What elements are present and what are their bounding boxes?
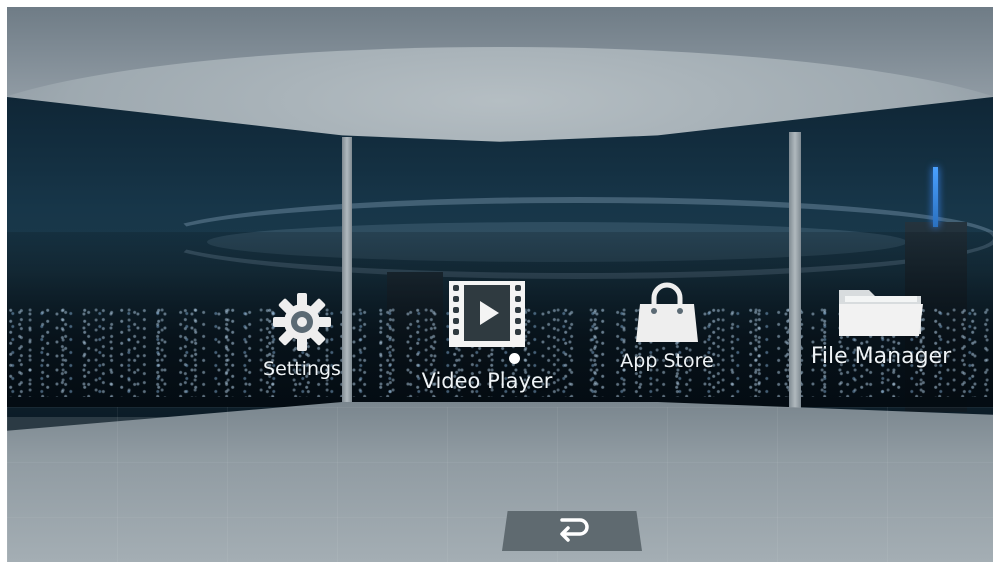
- floor-tiles: [7, 407, 993, 562]
- return-arrow-icon: [560, 518, 589, 542]
- tower-spire-light: [933, 167, 938, 227]
- gear-icon: [273, 293, 331, 351]
- app-app-store[interactable]: App Store: [607, 282, 727, 372]
- gaze-cursor: [509, 353, 520, 364]
- folder-icon: [839, 290, 923, 336]
- window-pillar: [789, 132, 801, 412]
- app-label-app-store: App Store: [620, 350, 714, 372]
- back-button[interactable]: [502, 511, 642, 551]
- app-label-settings: Settings: [263, 358, 341, 380]
- shopping-bag-icon: [636, 282, 698, 342]
- app-file-manager[interactable]: File Manager: [785, 282, 977, 369]
- video-player-icon: [449, 281, 525, 347]
- app-label-video-player: Video Player: [421, 369, 553, 393]
- vr-home-scene: Settings Video Player App Store File Man…: [7, 7, 993, 562]
- app-video-player[interactable]: Video Player: [402, 279, 572, 393]
- app-settings[interactable]: Settings: [247, 292, 357, 380]
- app-label-file-manager: File Manager: [810, 344, 952, 369]
